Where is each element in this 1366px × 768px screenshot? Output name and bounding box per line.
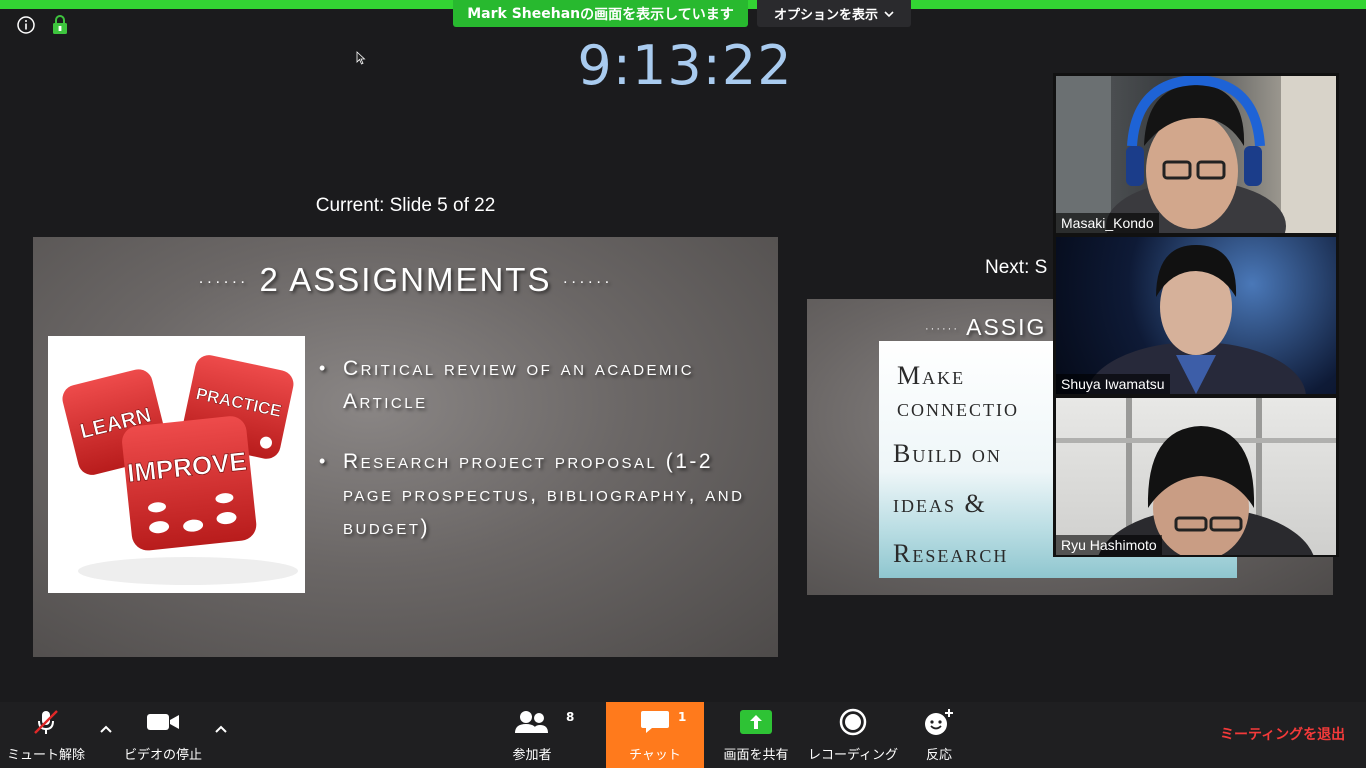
video-tile[interactable]: Ryu Hashimoto xyxy=(1056,398,1336,555)
presenter-name: Mark Sheehan xyxy=(467,5,581,22)
video-options-caret-icon[interactable] xyxy=(214,722,228,736)
participant-video-feed xyxy=(1056,398,1336,555)
share-screen-label: 画面を共有 xyxy=(723,748,789,763)
chat-unread-badge: 1 xyxy=(678,710,687,724)
presenter-clock: 9:13:22 xyxy=(577,34,793,97)
slide-title: ······ 2 ASSIGNMENTS ······ xyxy=(33,261,778,299)
participant-video-feed xyxy=(1086,245,1306,394)
record-label: レコーディング xyxy=(807,748,899,763)
meeting-toolbar: ミュート解除 ビデオの停止 8 参加者 1 チャット 画面を共有 レコーディング… xyxy=(0,702,1366,768)
next-slide-title: ······ ASSIG xyxy=(925,314,1046,341)
screen-share-banner: Mark Sheehan の画面を表示しています xyxy=(453,0,748,27)
next-line: connectio xyxy=(897,393,1019,422)
next-slide-label: Next: S xyxy=(985,257,1048,278)
share-screen-icon xyxy=(740,710,772,734)
mouse-cursor-icon xyxy=(356,51,366,65)
video-tile[interactable]: Shuya Iwamatsu xyxy=(1056,237,1336,394)
reactions-button[interactable]: 反応 xyxy=(914,702,964,768)
slide-bullet-list: Critical review of an academic Article R… xyxy=(319,352,769,571)
record-icon xyxy=(839,708,867,736)
participant-name: Ryu Hashimoto xyxy=(1056,535,1162,555)
participants-button[interactable]: 8 参加者 xyxy=(500,702,574,768)
audio-options-caret-icon[interactable] xyxy=(99,722,113,736)
stop-video-label: ビデオの停止 xyxy=(123,748,202,763)
current-slide-label: Current: Slide 5 of 22 xyxy=(315,195,496,216)
unmute-button[interactable]: ミュート解除 xyxy=(0,702,92,768)
encryption-lock-icon[interactable] xyxy=(52,15,68,35)
bullet-item: Critical review of an academic Article xyxy=(319,352,769,418)
smiley-plus-icon xyxy=(925,709,953,735)
video-tile[interactable]: Masaki_Kondo xyxy=(1056,76,1336,233)
next-line: ideas & xyxy=(893,489,987,518)
dice-illustration: LEARN PRACTICE IMPROVE xyxy=(62,355,298,585)
share-screen-button[interactable]: 画面を共有 xyxy=(716,702,796,768)
participants-icon xyxy=(515,711,548,733)
share-banner-text: の画面を表示しています xyxy=(580,6,734,23)
bullet-item: Research project proposal (1-2 page pros… xyxy=(319,445,769,544)
stop-video-button[interactable]: ビデオの停止 xyxy=(118,702,208,768)
record-button[interactable]: レコーディング xyxy=(807,702,899,768)
next-line: Research xyxy=(893,539,1009,568)
chat-bubble-icon xyxy=(641,711,669,733)
participant-video-panel[interactable]: Masaki_Kondo Shuya Iwamatsu Ryu Hashimot… xyxy=(1053,73,1339,557)
view-options-label: オプションを表示 xyxy=(773,8,878,23)
leave-meeting-button[interactable]: ミーティングを退出 xyxy=(1220,724,1345,744)
dice-image: LEARN PRACTICE IMPROVE xyxy=(48,336,305,593)
unmute-label: ミュート解除 xyxy=(6,748,85,763)
info-icon[interactable] xyxy=(17,16,35,34)
participant-name: Masaki_Kondo xyxy=(1056,213,1159,233)
next-line: Build on xyxy=(893,439,1002,468)
view-options-button[interactable]: オプションを表示 xyxy=(757,0,911,27)
chat-label: チャット xyxy=(629,748,681,763)
video-camera-icon xyxy=(147,714,179,730)
chevron-down-icon xyxy=(884,10,894,17)
bullet-text: Critical review of an academic Article xyxy=(343,357,695,413)
muted-microphone-icon xyxy=(34,710,58,734)
current-slide: ······ 2 ASSIGNMENTS ······ LEARN PRACTI… xyxy=(33,237,778,657)
participant-video-feed xyxy=(1056,76,1336,233)
participant-name: Shuya Iwamatsu xyxy=(1056,374,1170,394)
chat-button[interactable]: 1 チャット xyxy=(606,702,704,768)
title-dots-right: ······ xyxy=(562,273,613,291)
slide-title-text: 2 ASSIGNMENTS xyxy=(259,261,552,298)
next-line: Make xyxy=(897,361,966,390)
bullet-text: Research project proposal (1-2 page pros… xyxy=(343,450,745,539)
reactions-label: 反応 xyxy=(925,748,952,763)
title-dots-left: ······ xyxy=(198,273,249,291)
next-slide-title-text: ASSIG xyxy=(966,314,1047,340)
participants-count-badge: 8 xyxy=(566,710,575,724)
next-title-dots: ······ xyxy=(925,322,959,335)
participants-label: 参加者 xyxy=(512,748,552,763)
